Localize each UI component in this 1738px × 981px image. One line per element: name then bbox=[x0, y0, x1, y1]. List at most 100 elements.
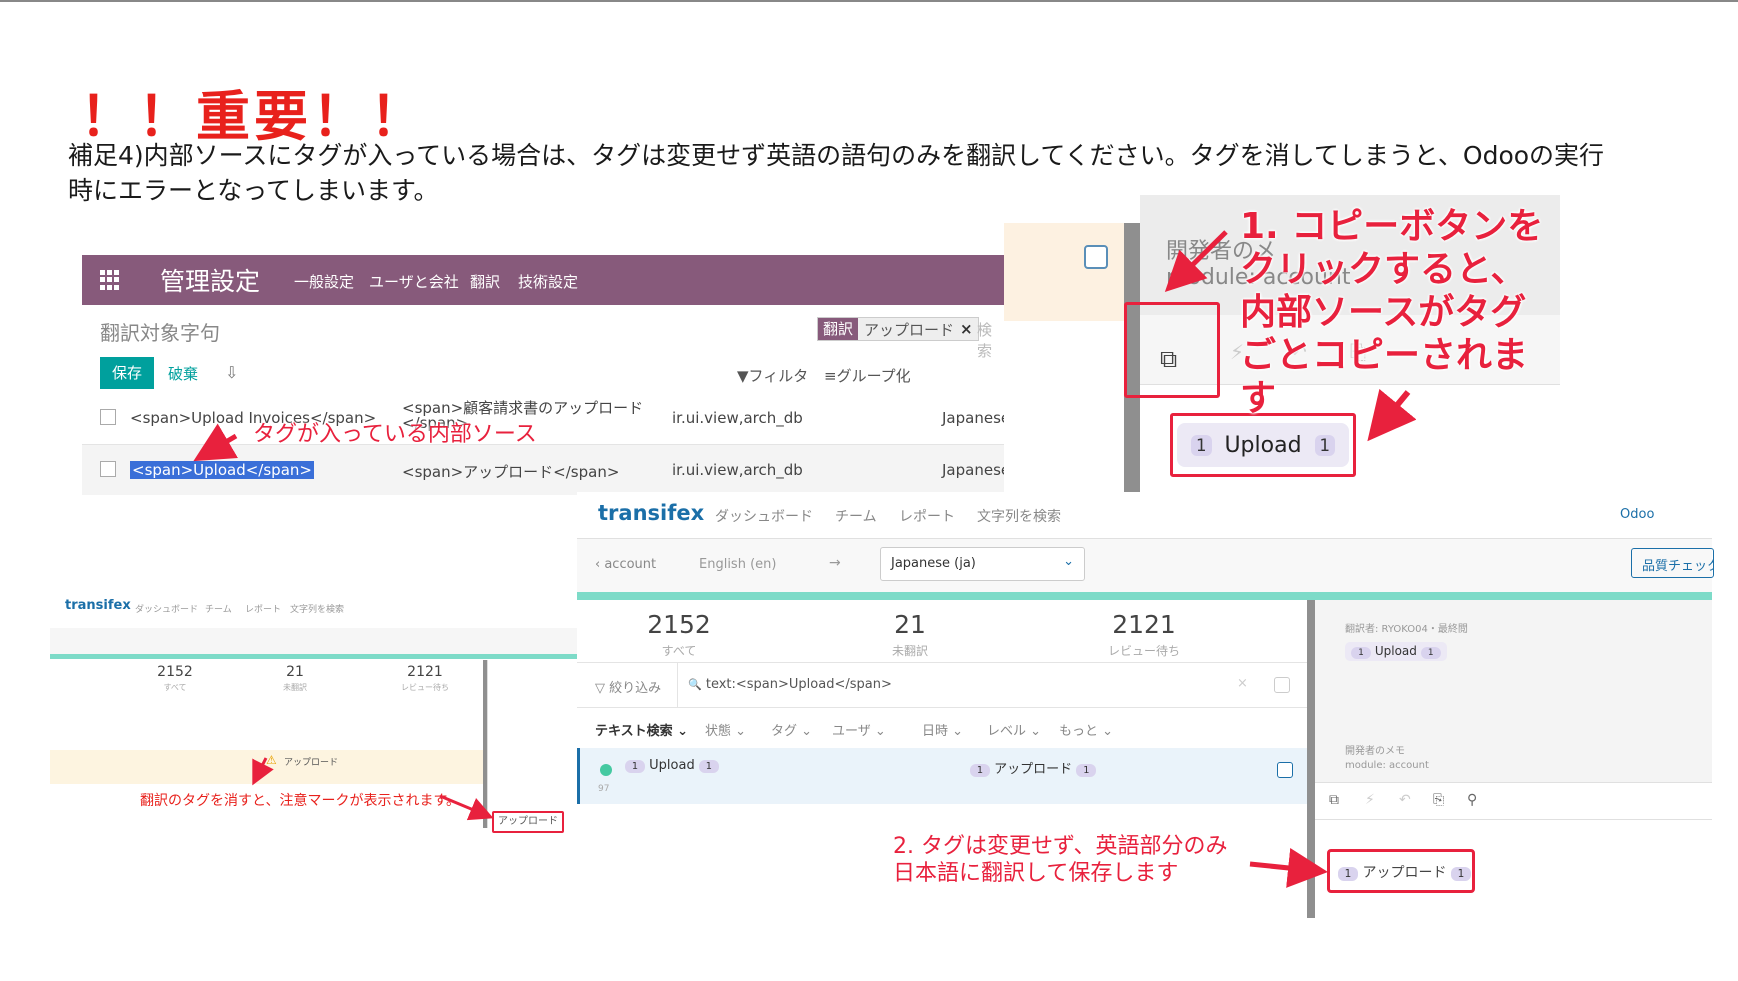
filter-more[interactable]: もっと ⌄ bbox=[1059, 720, 1113, 739]
search-query: text:<span>Upload</span> bbox=[705, 677, 892, 692]
stat-untranslated-label: 未翻訳 bbox=[283, 683, 307, 692]
odoo-top-bar: 管理設定 一般設定 ユーザと会社 翻訳 技術設定 bbox=[82, 255, 1004, 305]
step1-callout: 1. コピーボタンをクリックすると、内部ソースがタグごとコピーされます bbox=[1240, 206, 1544, 419]
stat-all[interactable]: 2152 bbox=[599, 610, 759, 639]
row-meta: 97 bbox=[598, 784, 610, 794]
nav-users-companies[interactable]: ユーザと会社 bbox=[369, 271, 459, 292]
nav-technical[interactable]: 技術設定 bbox=[518, 271, 578, 292]
transifex-logo[interactable]: transifex bbox=[65, 598, 131, 613]
editor-toolbar: ‹ account English (en) → Japanese (ja) ⌄ bbox=[577, 538, 1712, 592]
warning-icon: ⚠ bbox=[266, 753, 277, 767]
target-language-select[interactable]: Japanese (ja) ⌄ bbox=[880, 547, 1085, 581]
nav-team[interactable]: チーム bbox=[205, 602, 232, 615]
developer-note-module: module: account bbox=[1345, 760, 1429, 771]
stat-untranslated[interactable]: 21 bbox=[830, 610, 990, 639]
resource-breadcrumb[interactable]: ‹ account bbox=[595, 557, 656, 572]
auto-translate-icon[interactable]: ⚡ bbox=[1365, 792, 1375, 808]
search-bar: ▽ 絞り込み 🔍 text:<span>Upload</span> × bbox=[577, 662, 1307, 709]
row-checkbox[interactable] bbox=[100, 461, 116, 477]
table-row[interactable]: <span>Upload</span> <span>アップロード</span> … bbox=[82, 445, 1004, 495]
nav-search-strings[interactable]: 文字列を検索 bbox=[290, 602, 344, 615]
small-row-translation: アップロード bbox=[284, 758, 339, 768]
quality-check-button[interactable]: 品質チェック bbox=[1631, 548, 1714, 578]
small-right-panel bbox=[487, 660, 578, 828]
row-model: ir.ui.view,arch_db bbox=[672, 409, 803, 427]
history-icon[interactable]: ⎘ bbox=[1433, 792, 1444, 808]
filter-dates[interactable]: 日時 ⌄ bbox=[922, 720, 963, 739]
filter-status[interactable]: 状態 ⌄ bbox=[705, 720, 746, 739]
top-rule bbox=[0, 0, 1738, 2]
filter-levels[interactable]: レベル ⌄ bbox=[987, 720, 1041, 739]
filter-button[interactable]: ▼フィルタ bbox=[737, 365, 808, 386]
table-row[interactable]: <span>Upload Invoices</span> <span>顧客請求書… bbox=[82, 393, 1004, 445]
download-icon[interactable]: ⇩ bbox=[225, 363, 238, 382]
stat-untranslated-label: 未翻訳 bbox=[891, 644, 928, 658]
stat-review-label: レビュー待ち bbox=[1107, 644, 1180, 658]
row-checkbox[interactable] bbox=[1084, 245, 1108, 269]
group-by-button[interactable]: ≡グループ化 bbox=[824, 365, 911, 386]
row-checkbox[interactable] bbox=[100, 409, 116, 425]
warning-caption: 翻訳のタグを消すと、注意マークが表示されます。 bbox=[140, 793, 461, 809]
row-language: Japanese bbox=[942, 409, 1004, 427]
search-icon: 🔍 bbox=[688, 678, 702, 691]
stat-review[interactable]: 2121 bbox=[1064, 610, 1224, 639]
string-row[interactable]: 1 Upload 1 1 アップロード 1 97 bbox=[577, 748, 1307, 804]
apps-grid-icon[interactable] bbox=[100, 270, 120, 290]
filter-tags[interactable]: タグ ⌄ bbox=[771, 720, 812, 739]
row-model: ir.ui.view,arch_db bbox=[672, 461, 803, 479]
glossary-search-icon[interactable]: ⚲ bbox=[1467, 792, 1477, 808]
discard-button[interactable]: 破棄 bbox=[168, 363, 198, 384]
row-source: <span>Upload</span> bbox=[130, 461, 314, 479]
transifex-logo[interactable]: transifex bbox=[598, 501, 704, 525]
step2-line2: 日本語に翻訳して保存します bbox=[893, 861, 1179, 886]
nav-dashboard[interactable]: ダッシュボード bbox=[715, 506, 813, 526]
row-language: Japanese bbox=[942, 461, 1004, 479]
stat-untranslated: 21 bbox=[286, 664, 304, 680]
nav-team[interactable]: チーム bbox=[835, 506, 877, 526]
nav-dashboard[interactable]: ダッシュボード bbox=[135, 602, 198, 615]
nav-search-strings[interactable]: 文字列を検索 bbox=[977, 506, 1061, 526]
filter-toggle[interactable]: ▽ 絞り込み bbox=[595, 677, 661, 696]
save-button[interactable]: 保存 bbox=[100, 357, 154, 389]
row-checkbox[interactable] bbox=[1277, 762, 1293, 778]
chevron-down-icon: ⌄ bbox=[1063, 554, 1074, 569]
step2-callout: 2. タグは変更せず、英語部分のみ 日本語に翻訳して保存します bbox=[893, 833, 1227, 887]
search-input[interactable]: 検索 bbox=[977, 319, 1004, 361]
clear-search-icon[interactable]: × bbox=[1237, 676, 1248, 691]
odoo-translation-list: 管理設定 一般設定 ユーザと会社 翻訳 技術設定 翻訳対象字句 翻訳 アップロー… bbox=[82, 255, 1004, 495]
filter-bar: テキスト検索 ⌄ 状態 ⌄ タグ ⌄ ユーザ ⌄ 日時 ⌄ レベル ⌄ もっと … bbox=[577, 708, 1307, 748]
row-highlight bbox=[1004, 223, 1124, 321]
language-arrow-icon: → bbox=[829, 555, 841, 571]
undo-icon[interactable]: ↶ bbox=[1399, 792, 1411, 808]
stat-all-label: すべて bbox=[661, 644, 697, 658]
search-input[interactable]: 🔍 text:<span>Upload</span> bbox=[677, 663, 1207, 709]
filter-users[interactable]: ユーザ ⌄ bbox=[832, 720, 886, 739]
translation-input[interactable]: 1 アップロード 1 bbox=[1327, 849, 1475, 893]
small-translation-highlight: アップロード bbox=[492, 811, 564, 833]
source-with-tags-callout: タグが入っている内部ソース bbox=[253, 422, 537, 447]
developer-note: 開発者のメモ module: account bbox=[1345, 745, 1429, 773]
facet-remove-icon[interactable]: × bbox=[960, 320, 978, 338]
resource-name: account bbox=[604, 557, 657, 572]
copy-source-icon[interactable]: ⧉ bbox=[1329, 792, 1339, 808]
select-all-checkbox[interactable] bbox=[1274, 677, 1290, 693]
nav-translations[interactable]: 翻訳 bbox=[470, 271, 500, 292]
nav-general-settings[interactable]: 一般設定 bbox=[294, 271, 354, 292]
stat-review-label: レビュー待ち bbox=[401, 683, 449, 692]
nav-reports[interactable]: レポート bbox=[899, 506, 955, 526]
source-language: English (en) bbox=[699, 557, 777, 572]
facet-value: アップロード bbox=[864, 320, 955, 339]
nav-reports[interactable]: レポート bbox=[245, 602, 281, 615]
stat-review: 2121 bbox=[407, 664, 443, 680]
filter-text-search[interactable]: テキスト検索 ⌄ bbox=[595, 720, 688, 739]
source-pill-highlight bbox=[1170, 413, 1356, 477]
developer-note-title: 開発者のメモ bbox=[1345, 746, 1405, 757]
source-pill: 1 Upload 1 bbox=[1345, 642, 1447, 661]
row-translation: 1 アップロード 1 bbox=[970, 758, 1097, 777]
organization-link[interactable]: Odoo bbox=[1620, 507, 1654, 522]
target-language-value: Japanese (ja) bbox=[891, 556, 976, 571]
selected-source-text: <span>Upload</span> bbox=[130, 461, 314, 479]
small-progress-bar bbox=[50, 654, 578, 659]
editor-divider bbox=[1307, 600, 1315, 918]
breadcrumb: 翻訳対象字句 bbox=[100, 321, 220, 345]
